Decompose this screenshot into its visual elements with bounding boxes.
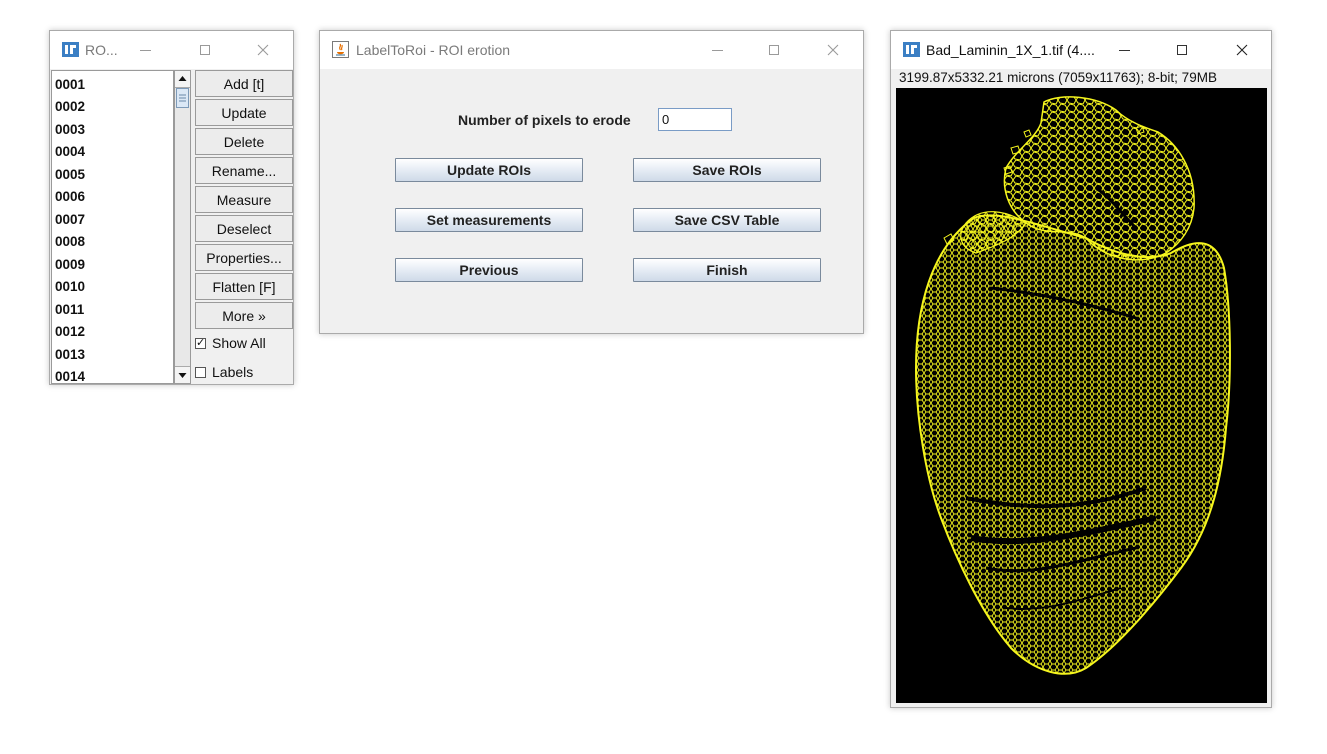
erosion-dialog-titlebar[interactable]: LabelToRoi - ROI erotion [320, 31, 863, 69]
list-item[interactable]: 0001 [55, 77, 85, 92]
laminin-outline-image [914, 96, 1231, 675]
arrow-up-icon [178, 76, 187, 81]
erode-pixels-input[interactable]: 0 [658, 108, 732, 131]
set-measurements-button[interactable]: Set measurements [395, 208, 583, 232]
finish-button[interactable]: Finish [633, 258, 821, 282]
imagej-icon [62, 42, 79, 57]
properties-button[interactable]: Properties... [195, 244, 293, 271]
save-csv-table-button[interactable]: Save CSV Table [633, 208, 821, 232]
save-rois-button[interactable]: Save ROIs [633, 158, 821, 182]
labels-checkbox[interactable]: Labels [195, 364, 253, 380]
scroll-down-button[interactable] [175, 366, 190, 383]
erosion-dialog-window: LabelToRoi - ROI erotion Number of pixel… [319, 30, 864, 334]
labels-label: Labels [212, 364, 254, 380]
image-window-title: Bad_Laminin_1X_1.tif (4.... [926, 42, 1095, 58]
list-item[interactable]: 0004 [55, 144, 85, 159]
list-item[interactable]: 0008 [55, 234, 85, 249]
image-canvas[interactable] [896, 88, 1267, 703]
update-button[interactable]: Update [195, 99, 293, 126]
roi-manager-title: RO... [85, 42, 118, 58]
list-item[interactable]: 0007 [55, 212, 85, 227]
list-item[interactable]: 0014 [55, 369, 85, 383]
list-item[interactable]: 0012 [55, 324, 85, 339]
roi-manager-window: RO... 0001 0002 0003 0004 0005 0006 0007… [49, 30, 294, 385]
minimize-button[interactable] [130, 35, 160, 65]
maximize-icon [769, 45, 779, 55]
rename-button[interactable]: Rename... [195, 157, 293, 184]
previous-button[interactable]: Previous [395, 258, 583, 282]
checkbox-unchecked-icon [195, 366, 206, 378]
maximize-button[interactable] [190, 35, 220, 65]
scroll-up-button[interactable] [175, 71, 190, 88]
list-item[interactable]: 0011 [55, 302, 84, 317]
minimize-icon [711, 49, 723, 51]
maximize-icon [200, 45, 210, 55]
more-button[interactable]: More » [195, 302, 293, 329]
show-all-label: Show All [212, 335, 266, 351]
close-button[interactable] [248, 35, 278, 65]
measure-button[interactable]: Measure [195, 186, 293, 213]
minimize-icon [1118, 49, 1130, 51]
roi-list[interactable]: 0001 0002 0003 0004 0005 0006 0007 0008 … [51, 70, 174, 384]
maximize-icon [1177, 45, 1187, 55]
grip-icon [179, 94, 186, 102]
list-item[interactable]: 0010 [55, 279, 85, 294]
maximize-button[interactable] [759, 35, 789, 65]
image-info-text: 3199.87x5332.21 microns (7059x11763); 8-… [899, 70, 1217, 85]
close-button[interactable] [818, 35, 848, 65]
list-item[interactable]: 0006 [55, 189, 85, 204]
list-item[interactable]: 0005 [55, 167, 85, 182]
list-item[interactable]: 0013 [55, 347, 85, 362]
close-button[interactable] [1227, 35, 1257, 65]
scroll-thumb[interactable] [176, 88, 189, 108]
roi-manager-titlebar[interactable]: RO... [50, 31, 293, 69]
list-item[interactable]: 0003 [55, 122, 85, 137]
delete-button[interactable]: Delete [195, 128, 293, 155]
erosion-dialog-title: LabelToRoi - ROI erotion [356, 42, 511, 58]
minimize-button[interactable] [702, 35, 732, 65]
minimize-button[interactable] [1109, 35, 1139, 65]
image-window: Bad_Laminin_1X_1.tif (4.... 3199.87x5332… [890, 30, 1272, 708]
arrow-down-icon [178, 373, 187, 378]
checkbox-checked-icon: ✓ [195, 336, 206, 349]
maximize-button[interactable] [1167, 35, 1197, 65]
imagej-icon [903, 42, 920, 57]
list-item[interactable]: 0002 [55, 99, 85, 114]
show-all-checkbox[interactable]: ✓ Show All [195, 335, 266, 351]
erode-pixels-label: Number of pixels to erode [458, 112, 631, 128]
image-window-titlebar[interactable]: Bad_Laminin_1X_1.tif (4.... [891, 31, 1271, 69]
java-icon [332, 41, 349, 58]
close-icon [1236, 44, 1248, 56]
add-button[interactable]: Add [t] [195, 70, 293, 97]
flatten-button[interactable]: Flatten [F] [195, 273, 293, 300]
roi-list-scrollbar[interactable] [174, 70, 191, 384]
update-rois-button[interactable]: Update ROIs [395, 158, 583, 182]
deselect-button[interactable]: Deselect [195, 215, 293, 242]
close-icon [827, 44, 839, 56]
minimize-icon [139, 49, 151, 51]
list-item[interactable]: 0009 [55, 257, 85, 272]
close-icon [257, 44, 269, 56]
